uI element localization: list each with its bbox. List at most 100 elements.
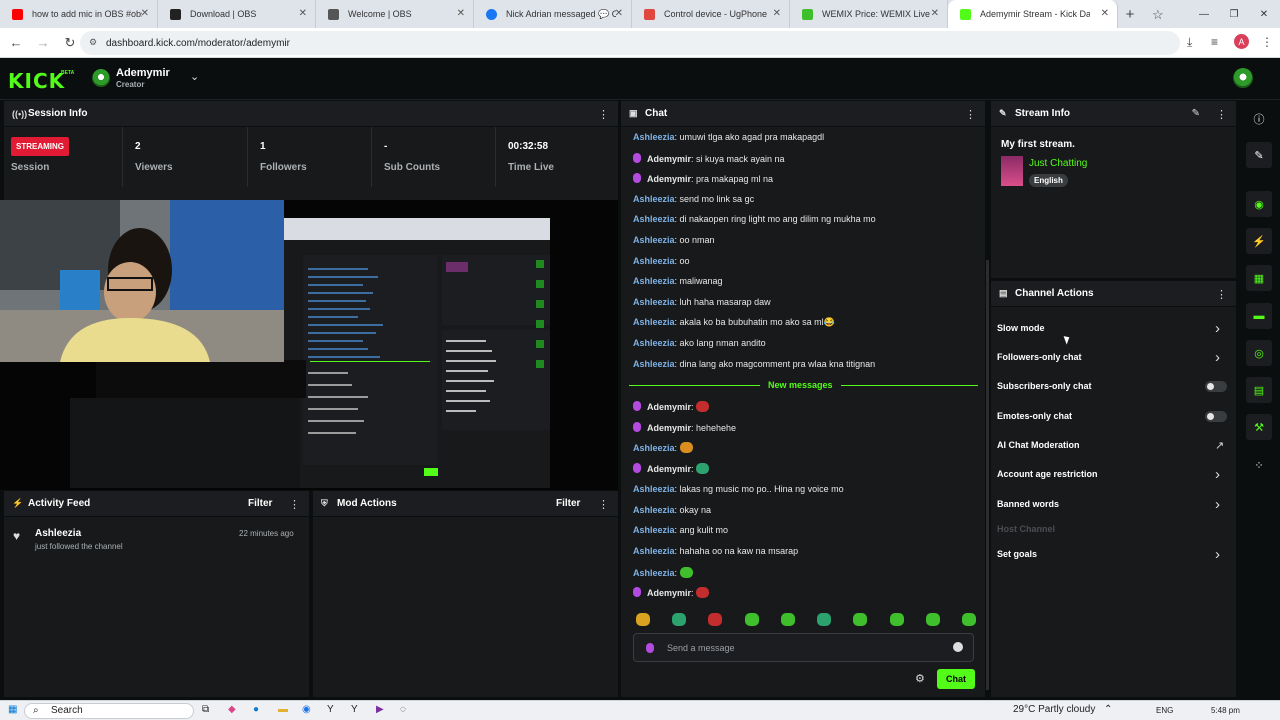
stream-preview[interactable] (0, 200, 618, 490)
chat-username[interactable]: Ashleezia (633, 214, 675, 224)
chat-username[interactable]: Ashleezia (633, 132, 675, 142)
category-thumbnail[interactable] (1001, 156, 1023, 186)
edit-icon[interactable]: ✎ (1192, 108, 1200, 119)
edit-icon[interactable]: ✎ (1246, 142, 1272, 168)
chat-username[interactable]: Ademymir (647, 464, 691, 474)
channel-action-slow-mode[interactable]: Slow mode (997, 323, 1045, 333)
task-view-icon[interactable]: ⧉ (202, 704, 209, 715)
more-options-icon[interactable]: ⋮ (965, 108, 976, 121)
taskbar-search[interactable]: ⌕ Search (24, 703, 194, 719)
browser-tab[interactable]: how to add mic in OBS #obs #s✕ (0, 0, 158, 28)
emoji-picker-icon[interactable] (953, 642, 963, 652)
browser-tab[interactable]: WEMIX Price: WEMIX Live Price✕ (790, 0, 948, 28)
channel-action-account-age-restriction[interactable]: Account age restriction (997, 469, 1098, 479)
app-icon[interactable]: ◆ (228, 704, 236, 715)
chat-username[interactable]: Ademymir (647, 402, 691, 412)
channel-action-emotes-only-chat[interactable]: Emotes-only chat (997, 411, 1072, 421)
chat-username[interactable]: Ashleezia (633, 235, 675, 245)
chat-username[interactable]: Ademymir (647, 423, 691, 433)
clock[interactable]: 5:48 pm (1211, 706, 1240, 715)
emote-button[interactable] (708, 613, 723, 626)
chevron-right-icon[interactable]: › (1215, 320, 1220, 337)
close-tab-icon[interactable]: ✕ (141, 8, 149, 19)
start-icon[interactable]: ▦ (8, 704, 17, 715)
chat-username[interactable]: Ashleezia (633, 443, 675, 453)
external-link-icon[interactable]: ↗ (1215, 439, 1224, 452)
close-tab-icon[interactable]: ✕ (773, 8, 781, 19)
more-options-icon[interactable]: ⋮ (1216, 288, 1227, 301)
chrome-icon[interactable]: ◉ (302, 704, 311, 715)
chat-username[interactable]: Ademymir (647, 588, 691, 598)
language-indicator[interactable]: ENG (1156, 706, 1173, 715)
channel-action-banned-words[interactable]: Banned words (997, 499, 1059, 509)
browser-tab[interactable]: Download | OBS ✕ (158, 0, 316, 28)
emote-button[interactable] (744, 613, 759, 626)
channel-action-subscribers-only-chat[interactable]: Subscribers-only chat (997, 381, 1092, 391)
chat-message-input[interactable] (667, 640, 947, 656)
bolt-icon[interactable]: ⚡ (1246, 228, 1272, 254)
obs-icon[interactable]: ◌ (400, 704, 406, 715)
close-tab-icon[interactable]: ✕ (457, 8, 465, 19)
forward-icon[interactable]: → (31, 31, 55, 55)
emote-button[interactable] (817, 613, 832, 626)
channel-action-followers-only-chat[interactable]: Followers-only chat (997, 352, 1082, 362)
emote-button[interactable] (636, 613, 650, 626)
media-icon[interactable]: ▶ (376, 704, 384, 715)
url-field[interactable]: ⚙ dashboard.kick.com/moderator/ademymir (80, 31, 1180, 55)
chat-username[interactable]: Ademymir (647, 174, 691, 184)
send-chat-button[interactable]: Chat (937, 669, 975, 689)
site-info-icon[interactable]: ⚙ (89, 37, 101, 49)
more-options-icon[interactable]: ⋮ (289, 498, 300, 511)
emote-button[interactable] (853, 613, 868, 626)
chat-username[interactable]: Ashleezia (633, 317, 675, 327)
emote-button[interactable] (961, 613, 976, 626)
chevron-right-icon[interactable]: › (1215, 349, 1220, 366)
profile-avatar[interactable]: A (1234, 34, 1249, 49)
filter-button[interactable]: Filter (248, 498, 272, 509)
more-options-icon[interactable]: ⋮ (598, 108, 609, 121)
close-tab-icon[interactable]: ✕ (931, 8, 939, 19)
bookmark-star-icon[interactable]: ☆ (1152, 7, 1164, 23)
close-tab-icon[interactable]: ✕ (615, 8, 623, 19)
app-icon[interactable]: Y (351, 704, 358, 715)
reading-list-icon[interactable]: ≡ (1211, 35, 1218, 49)
chat-username[interactable]: Ashleezia (633, 505, 675, 515)
nodes-icon[interactable]: ⁘ (1246, 452, 1272, 478)
close-tab-icon[interactable]: ✕ (1101, 8, 1109, 19)
activity-user[interactable]: Ashleezia (35, 528, 81, 539)
user-avatar[interactable] (1233, 68, 1253, 88)
browser-tab-active[interactable]: Ademymir Stream - Kick Da ✕ (948, 0, 1118, 28)
close-window-button[interactable]: ✕ (1246, 0, 1280, 28)
chevron-right-icon[interactable]: › (1215, 466, 1220, 483)
broadcast-icon[interactable]: ◎ (1246, 340, 1272, 366)
chat-username[interactable]: Ashleezia (633, 484, 675, 494)
chat-username[interactable]: Ashleezia (633, 546, 675, 556)
reload-icon[interactable]: ↻ (58, 31, 82, 55)
filter-button[interactable]: Filter (556, 498, 580, 509)
chat-username[interactable]: Ademymir (647, 154, 691, 164)
chevron-right-icon[interactable]: › (1215, 496, 1220, 513)
browser-tab[interactable]: Welcome | OBS ✕ (316, 0, 474, 28)
more-options-icon[interactable]: ⋮ (1216, 108, 1227, 121)
chat-username[interactable]: Ashleezia (633, 525, 675, 535)
chevron-down-icon[interactable]: ⌄ (190, 70, 199, 83)
browser-tab[interactable]: Control device - UgPhone ✕ (632, 0, 790, 28)
layout-icon[interactable]: ▤ (1246, 377, 1272, 403)
kick-logo[interactable]: KICK (8, 69, 65, 93)
chat-username[interactable]: Ashleezia (633, 359, 675, 369)
chat-icon[interactable]: ▬ (1246, 303, 1272, 329)
edge-icon[interactable]: ● (253, 704, 259, 715)
channel-action-ai-chat-moderation[interactable]: AI Chat Moderation (997, 440, 1080, 450)
download-icon[interactable]: ⤓ (1187, 35, 1192, 50)
chevron-right-icon[interactable]: › (1215, 546, 1220, 563)
chat-username[interactable]: Ashleezia (633, 256, 675, 266)
emote-button[interactable] (780, 613, 795, 626)
chat-username[interactable]: Ashleezia (633, 297, 675, 307)
emote-button[interactable] (672, 613, 687, 626)
document-icon[interactable]: ▦ (1246, 265, 1272, 291)
back-icon[interactable]: ← (4, 31, 28, 55)
channel-action-set-goals[interactable]: Set goals (997, 549, 1037, 559)
toggle-switch[interactable] (1205, 381, 1227, 392)
new-tab-button[interactable]: + (1118, 0, 1142, 28)
explorer-icon[interactable]: ▬ (278, 704, 288, 715)
